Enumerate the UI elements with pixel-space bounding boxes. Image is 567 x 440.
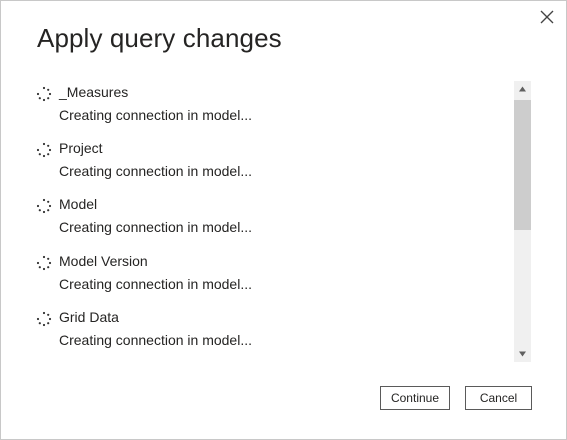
close-icon (540, 10, 554, 24)
arrow-down-icon (519, 351, 526, 357)
close-button[interactable] (537, 7, 557, 27)
query-item: Grid Data Creating connection in model..… (31, 306, 511, 356)
vertical-scrollbar[interactable] (514, 81, 531, 362)
query-list: _Measures Creating connection in model..… (31, 81, 513, 362)
query-status: Creating connection in model... (59, 276, 252, 292)
cancel-button[interactable]: Cancel (465, 386, 532, 410)
query-name: Model Version (59, 253, 148, 269)
query-status: Creating connection in model... (59, 163, 252, 179)
scroll-down-button[interactable] (514, 345, 531, 362)
query-item: Project Creating connection in model... (31, 137, 511, 187)
query-status: Creating connection in model... (59, 107, 252, 123)
loading-spinner-icon (36, 142, 52, 158)
scroll-up-button[interactable] (514, 81, 531, 98)
loading-spinner-icon (36, 255, 52, 271)
query-item: _Measures Creating connection in model..… (31, 81, 511, 131)
query-name: Project (59, 140, 103, 156)
query-name: _Measures (59, 84, 129, 100)
query-name: Model (59, 196, 98, 212)
dialog-title: Apply query changes (37, 23, 282, 53)
apply-query-changes-dialog: Apply query changes _Measures Creating c… (0, 0, 567, 440)
query-status: Creating connection in model... (59, 332, 252, 348)
loading-spinner-icon (36, 86, 52, 102)
query-item: Model Version Creating connection in mod… (31, 250, 511, 300)
arrow-up-icon (519, 86, 526, 92)
continue-button[interactable]: Continue (380, 386, 450, 410)
loading-spinner-icon (36, 311, 52, 327)
query-item: Model Creating connection in model... (31, 193, 511, 243)
scrollbar-thumb[interactable] (514, 100, 531, 230)
loading-spinner-icon (36, 198, 52, 214)
query-name: Grid Data (59, 309, 119, 325)
query-status: Creating connection in model... (59, 219, 252, 235)
